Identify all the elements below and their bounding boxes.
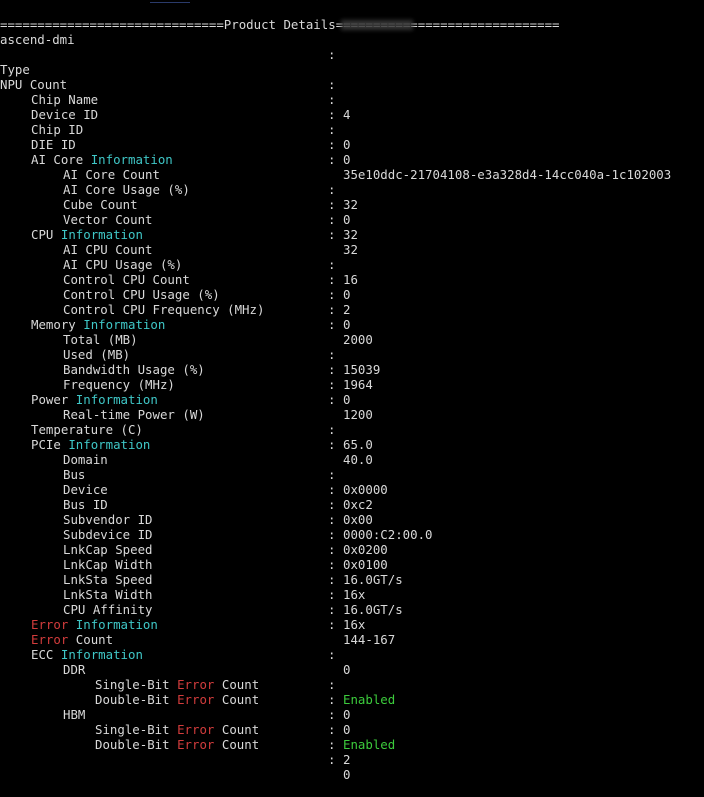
row-memory-used: Used (MB) : 1964 [63,347,373,392]
row-ascend-dmi: ascend-dmi : [0,17,413,62]
row-memory-frequency: Frequency (MHz) : 1200 [63,377,373,422]
row-cube-count: Cube Count : 32 [63,197,358,242]
row-realtime-power: Real-time Power (W) : 65.0 [63,407,373,452]
row-die-id: DIE ID : 35e10ddc-21704108-e3a328d4-14cc… [31,137,672,182]
row-pcie-subdevice-id: Subdevice ID : 0x0100 [63,527,388,572]
row-memory-total: Total (MB) : 15039 [63,332,381,377]
row-lnkcap-speed: LnkCap Speed : 16.0GT/s [63,542,403,587]
row-lnkcap-width: LnkCap Width : 16x [63,557,366,602]
top-accent-line [150,2,190,3]
row-pcie-subvendor-id: Subvendor ID : 0x0200 [63,512,388,557]
row-temperature: Temperature (C) : 40.0 [31,422,373,467]
row-control-cpu-frequency: Control CPU Frequency (MHz) : 2000 [63,302,373,347]
section-memory-information: Memory Information [31,317,166,332]
row-npu-count: NPU Count : 4 [0,77,351,122]
row-pcie-device: Device : 0x00 [63,482,373,527]
row-pcie-bus: Bus : 0xc2 [63,467,373,512]
row-lnksta-speed: LnkSta Speed : 16.0GT/s [63,572,403,617]
section-power-information: Power Information [31,392,158,407]
terminal-window[interactable]: ==============================Product De… [0,2,704,782]
row-ai-core-count: AI Core Count : 32 [63,167,358,212]
row-pcie-bus-id: Bus ID : 0000:C2:00.0 [63,497,433,542]
row-ai-core-usage: AI Core Usage (%) : 0 [63,182,351,227]
section-ai-core-information: AI Core Information [31,152,173,167]
row-ddr-double-bit-error-count: Double-Bit Error Count : 0 [95,692,351,737]
row-chip-id: Chip ID : 0 [31,122,351,167]
product-details-header: ==============================Product De… [0,17,560,32]
separator-colon: : [328,47,336,62]
row-device-id: Device ID : 0 [31,107,351,152]
row-ecc-hbm: HBM : Enabled [63,707,396,752]
row-cpu-affinity: CPU Affinity : 144-167 [63,602,396,647]
section-cpu-information: CPU Information [31,227,143,242]
row-ecc-ddr: DDR : Enabled [63,662,396,707]
row-vector-count: Vector Count : 32 [63,212,358,257]
row-ai-cpu-count: AI CPU Count : 16 [63,242,358,287]
row-chip-name: Chip Name : [31,92,336,122]
row-ai-cpu-usage: AI CPU Usage (%) : 0 [63,257,351,302]
row-type: Type : [0,62,336,92]
section-error-information: Error Information [31,617,158,632]
row-hbm-single-bit-error-count: Single-Bit Error Count : 2 [95,722,351,767]
row-control-cpu-usage: Control CPU Usage (%) : 0 [63,287,351,332]
section-ecc-information: ECC Information [31,647,143,662]
row-error-count: Error Count : 0 [31,632,351,677]
row-lnksta-width: LnkSta Width : 16x [63,587,366,632]
row-ddr-single-bit-error-count: Single-Bit Error Count : 0 [95,677,351,722]
row-hbm-double-bit-error-count: Double-Bit Error Count : 0 [95,737,351,782]
row-memory-bandwidth: Bandwidth Usage (%) : 0 [63,362,351,407]
row-control-cpu-count: Control CPU Count : 2 [63,272,351,317]
section-pcie-information: PCIe Information [31,437,151,452]
row-pcie-domain: Domain : 0x0000 [63,452,388,497]
redacted-value [341,20,413,30]
